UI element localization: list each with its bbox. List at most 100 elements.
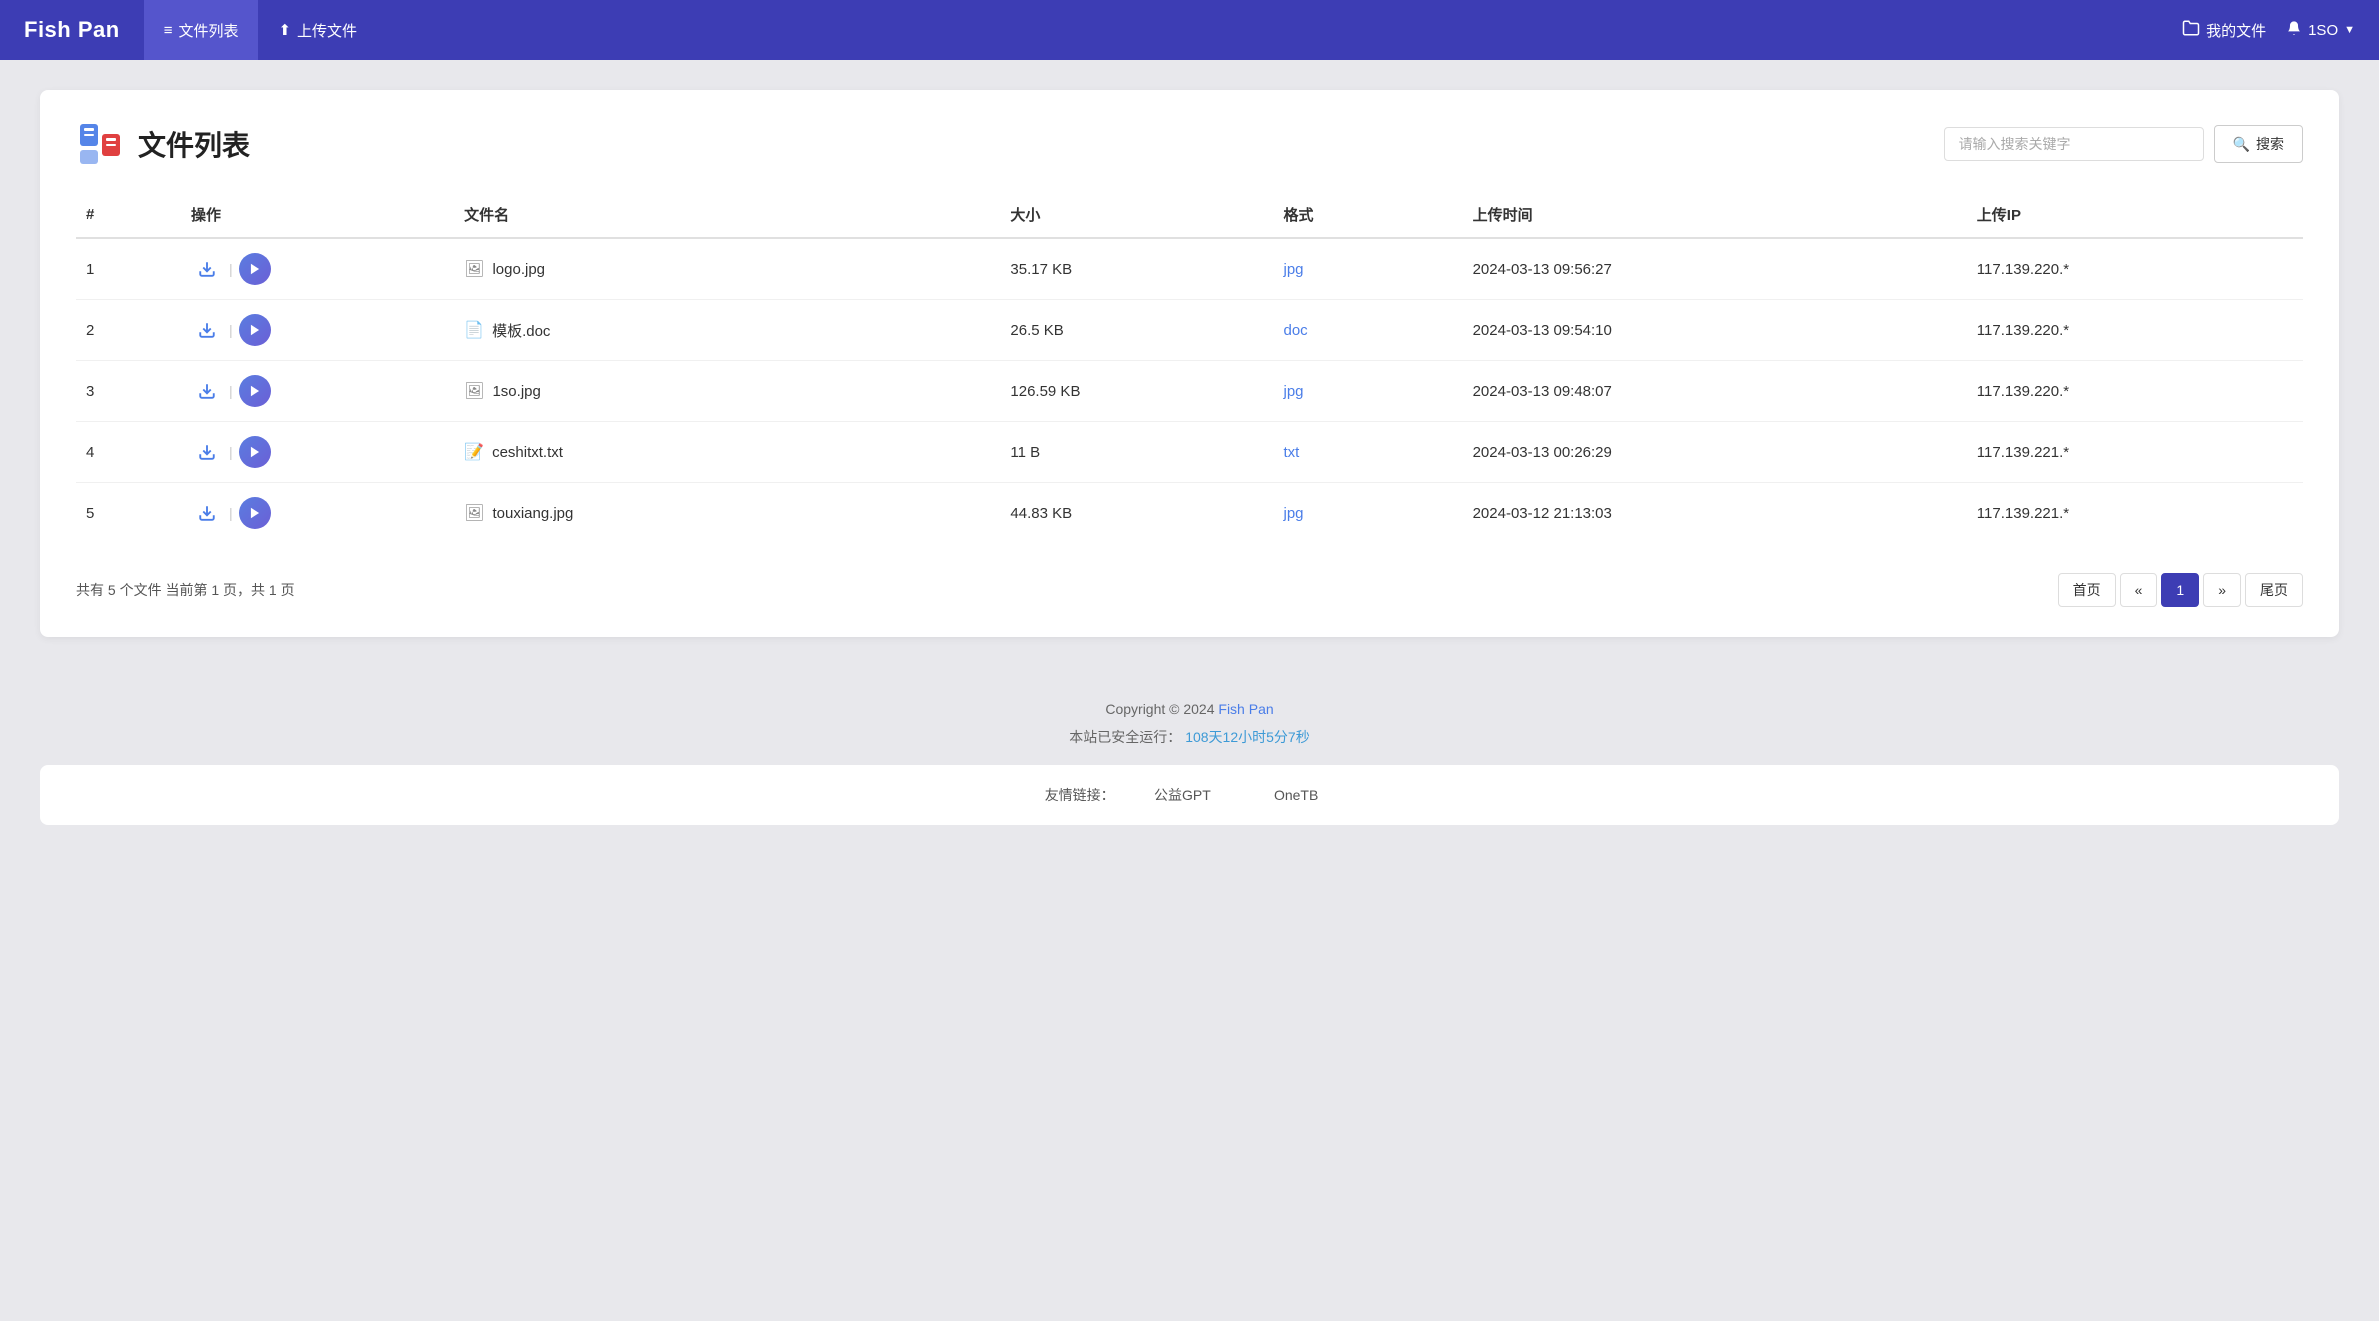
row-ip-4: 117.139.221.* bbox=[1967, 483, 2303, 544]
file-type-icon-0: 🖼 bbox=[464, 259, 484, 279]
play-btn-2[interactable] bbox=[239, 375, 271, 407]
col-header-name: 文件名 bbox=[454, 192, 1000, 238]
row-time-2: 2024-03-13 09:48:07 bbox=[1463, 361, 1967, 422]
action-sep-4: | bbox=[229, 505, 233, 521]
pagination: 首页 « 1 » 尾页 bbox=[2058, 573, 2303, 607]
row-time-3: 2024-03-13 00:26:29 bbox=[1463, 422, 1967, 483]
page-title: 文件列表 bbox=[138, 124, 250, 164]
file-list-card: 文件列表 🔍 搜索 # 操作 文件名 大小 格式 上传时间 bbox=[40, 90, 2339, 637]
main-content: 文件列表 🔍 搜索 # 操作 文件名 大小 格式 上传时间 bbox=[0, 60, 2379, 667]
row-size-3: 11 B bbox=[1000, 422, 1273, 483]
col-header-op: 操作 bbox=[181, 192, 454, 238]
download-btn-2[interactable] bbox=[191, 375, 223, 407]
format-link-2[interactable]: jpg bbox=[1284, 383, 1304, 400]
format-link-1[interactable]: doc bbox=[1284, 322, 1308, 339]
row-size-0: 35.17 KB bbox=[1000, 238, 1273, 300]
nav-item-filelist[interactable]: ≡ 文件列表 bbox=[144, 0, 259, 60]
format-link-0[interactable]: jpg bbox=[1284, 261, 1304, 278]
action-sep-2: | bbox=[229, 383, 233, 399]
table-row: 3 | bbox=[76, 361, 2303, 422]
card-header: 文件列表 🔍 搜索 bbox=[76, 120, 2303, 168]
footer-brand: Fish Pan bbox=[1218, 701, 1273, 717]
row-time-0: 2024-03-13 09:56:27 bbox=[1463, 238, 1967, 300]
file-type-icon-1: 📄 bbox=[464, 320, 484, 340]
row-filename-0: 🖼 logo.jpg bbox=[454, 238, 1000, 300]
action-sep-1: | bbox=[229, 322, 233, 338]
folder-icon bbox=[2182, 19, 2200, 41]
page-last-btn[interactable]: 尾页 bbox=[2245, 573, 2303, 607]
search-area: 🔍 搜索 bbox=[1944, 125, 2303, 163]
row-num-3: 4 bbox=[76, 422, 181, 483]
navbar-right: 我的文件 1SO ▼ bbox=[2182, 19, 2355, 41]
search-input[interactable] bbox=[1944, 127, 2204, 161]
download-btn-0[interactable] bbox=[191, 253, 223, 285]
row-format-0: jpg bbox=[1274, 238, 1463, 300]
brand-logo: Fish Pan bbox=[24, 17, 120, 43]
row-num-4: 5 bbox=[76, 483, 181, 544]
table-footer: 共有 5 个文件 当前第 1 页，共 1 页 首页 « 1 » 尾页 bbox=[76, 573, 2303, 607]
page-current-btn[interactable]: 1 bbox=[2161, 573, 2199, 607]
link-gongyigpt[interactable]: 公益GPT bbox=[1154, 787, 1211, 803]
row-num-1: 2 bbox=[76, 300, 181, 361]
link-onetb[interactable]: OneTB bbox=[1274, 787, 1318, 803]
page-first-btn[interactable]: 首页 bbox=[2058, 573, 2116, 607]
site-footer: Copyright © 2024 Fish Pan 本站已安全运行： 108天1… bbox=[0, 667, 2379, 765]
table-row: 4 | bbox=[76, 422, 2303, 483]
search-icon: 🔍 bbox=[2233, 136, 2250, 153]
search-button[interactable]: 🔍 搜索 bbox=[2214, 125, 2303, 163]
download-btn-1[interactable] bbox=[191, 314, 223, 346]
filelist-icon: ≡ bbox=[164, 22, 173, 39]
footer-uptime: 本站已安全运行： 108天12小时5分7秒 bbox=[0, 723, 2379, 751]
row-actions-3: | bbox=[181, 422, 454, 483]
friends-label: 友情链接： bbox=[1045, 787, 1115, 803]
row-ip-1: 117.139.220.* bbox=[1967, 300, 2303, 361]
row-actions-4: | bbox=[181, 483, 454, 544]
col-header-ip: 上传IP bbox=[1967, 192, 2303, 238]
upload-icon: ⬆ bbox=[278, 21, 291, 39]
col-header-num: # bbox=[76, 192, 181, 238]
format-link-3[interactable]: txt bbox=[1284, 444, 1300, 461]
card-title-area: 文件列表 bbox=[76, 120, 250, 168]
navbar: Fish Pan ≡ 文件列表 ⬆ 上传文件 我的文件 1SO bbox=[0, 0, 2379, 60]
table-row: 5 | bbox=[76, 483, 2303, 544]
footer-links-bar: 友情链接： 公益GPT OneTB bbox=[40, 765, 2339, 825]
page-next-btn[interactable]: » bbox=[2203, 573, 2241, 607]
row-format-4: jpg bbox=[1274, 483, 1463, 544]
table-row: 2 | bbox=[76, 300, 2303, 361]
row-time-1: 2024-03-13 09:54:10 bbox=[1463, 300, 1967, 361]
row-filename-1: 📄 模板.doc bbox=[454, 300, 1000, 361]
row-size-4: 44.83 KB bbox=[1000, 483, 1273, 544]
nav-item-upload[interactable]: ⬆ 上传文件 bbox=[258, 0, 377, 60]
row-filename-2: 🖼 1so.jpg bbox=[454, 361, 1000, 422]
row-format-2: jpg bbox=[1274, 361, 1463, 422]
page-prev-btn[interactable]: « bbox=[2120, 573, 2158, 607]
row-format-3: txt bbox=[1274, 422, 1463, 483]
row-ip-3: 117.139.221.* bbox=[1967, 422, 2303, 483]
row-size-2: 126.59 KB bbox=[1000, 361, 1273, 422]
col-header-size: 大小 bbox=[1000, 192, 1273, 238]
nav-myfiles[interactable]: 我的文件 bbox=[2182, 19, 2266, 41]
row-filename-4: 🖼 touxiang.jpg bbox=[454, 483, 1000, 544]
footer-copyright: Copyright © 2024 Fish Pan bbox=[0, 695, 2379, 723]
download-btn-4[interactable] bbox=[191, 497, 223, 529]
play-btn-0[interactable] bbox=[239, 253, 271, 285]
chevron-down-icon: ▼ bbox=[2344, 24, 2355, 36]
row-ip-0: 117.139.220.* bbox=[1967, 238, 2303, 300]
play-btn-4[interactable] bbox=[239, 497, 271, 529]
play-btn-3[interactable] bbox=[239, 436, 271, 468]
row-filename-3: 📝 ceshitxt.txt bbox=[454, 422, 1000, 483]
play-btn-1[interactable] bbox=[239, 314, 271, 346]
bell-icon bbox=[2286, 20, 2302, 40]
row-actions-2: | bbox=[181, 361, 454, 422]
row-size-1: 26.5 KB bbox=[1000, 300, 1273, 361]
download-btn-3[interactable] bbox=[191, 436, 223, 468]
nav-user[interactable]: 1SO ▼ bbox=[2286, 20, 2355, 40]
pagination-summary: 共有 5 个文件 当前第 1 页，共 1 页 bbox=[76, 580, 295, 600]
card-logo-icon bbox=[76, 120, 124, 168]
table-header-row: # 操作 文件名 大小 格式 上传时间 上传IP bbox=[76, 192, 2303, 238]
col-header-format: 格式 bbox=[1274, 192, 1463, 238]
action-sep-0: | bbox=[229, 261, 233, 277]
col-header-time: 上传时间 bbox=[1463, 192, 1967, 238]
format-link-4[interactable]: jpg bbox=[1284, 505, 1304, 522]
file-type-icon-2: 🖼 bbox=[464, 381, 484, 401]
